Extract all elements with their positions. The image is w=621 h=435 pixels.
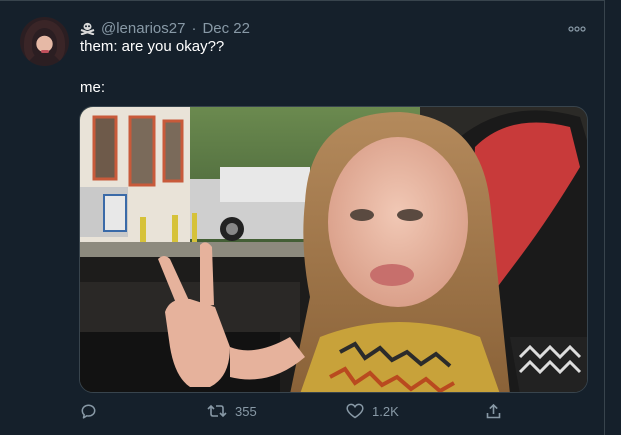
- heart-icon: [346, 403, 364, 419]
- more-dots-icon[interactable]: [568, 21, 586, 32]
- share-upload-icon: [485, 403, 502, 420]
- photo-illustration: [80, 107, 587, 392]
- author-handle[interactable]: @lenarios27: [101, 20, 185, 37]
- reply-button[interactable]: [80, 403, 97, 420]
- skull-crossbones-icon: [80, 22, 95, 35]
- tweet-text-line-1: them: are you okay??: [80, 38, 225, 55]
- tweet-text-line-2: me:: [80, 79, 106, 96]
- avatar[interactable]: [20, 17, 69, 66]
- avatar-lips: [41, 50, 49, 53]
- tweet-media-photo[interactable]: [79, 106, 588, 393]
- avatar-hair: [24, 20, 65, 66]
- retweet-count: 355: [235, 403, 257, 419]
- tweet-actions: 355 1.2K: [0, 403, 605, 423]
- share-button[interactable]: [485, 403, 502, 420]
- tweet-header: @lenarios27 · Dec 22: [80, 18, 250, 38]
- tweet-date[interactable]: Dec 22: [202, 20, 250, 37]
- separator-dot: ·: [191, 19, 197, 37]
- like-count: 1.2K: [372, 403, 399, 419]
- retweet-arrows-icon: [207, 403, 227, 419]
- reply-bubble-icon: [80, 403, 97, 420]
- retweet-button[interactable]: 355: [207, 403, 257, 419]
- like-button[interactable]: 1.2K: [346, 403, 399, 419]
